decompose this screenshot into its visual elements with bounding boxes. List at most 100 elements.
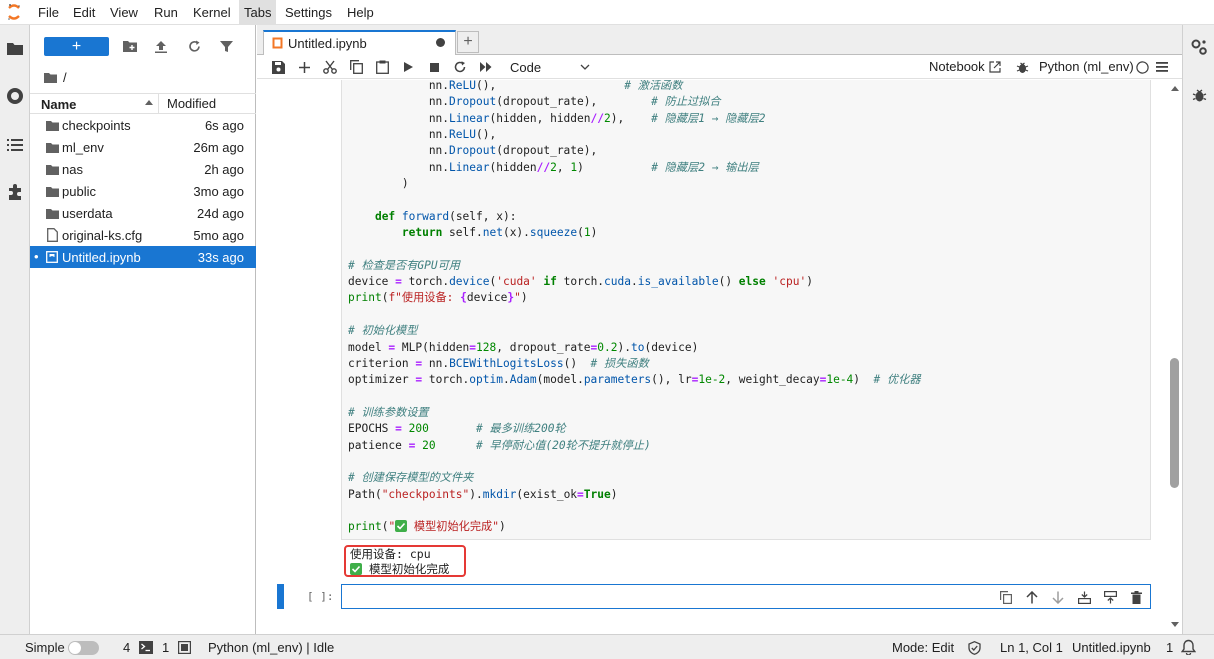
- code-content: nn.ReLU(), # 激活函数 nn.Dropout(dropout_rat…: [348, 80, 921, 534]
- running-icon[interactable]: [5, 86, 25, 106]
- kernel-status[interactable]: Python (ml_env) | Idle: [208, 640, 334, 655]
- folder-icon[interactable]: [5, 38, 25, 58]
- menu-icon[interactable]: [1154, 59, 1170, 75]
- breadcrumb: /: [44, 69, 67, 85]
- file-name: checkpoints: [62, 118, 131, 133]
- menu-help[interactable]: Help: [342, 0, 379, 25]
- notebook-panel: nn.ReLU(), # 激活函数 nn.Dropout(dropout_rat…: [257, 80, 1182, 634]
- save-icon[interactable]: [270, 59, 286, 75]
- debugger-icon[interactable]: [1014, 59, 1030, 75]
- insert-cell-icon[interactable]: [296, 59, 312, 75]
- insert-below-icon[interactable]: [1103, 590, 1117, 604]
- menu-edit[interactable]: Edit: [68, 0, 100, 25]
- cell-output-highlight: 使用设备: cpu 模型初始化完成: [344, 545, 466, 577]
- stop-icon[interactable]: [426, 59, 442, 75]
- copy-icon[interactable]: [348, 59, 364, 75]
- notebook-icon: [272, 37, 283, 49]
- tab-untitled-ipynb[interactable]: Untitled.ipynb: [263, 30, 456, 55]
- folder-icon: [45, 162, 59, 176]
- file-modified: 3mo ago: [193, 184, 244, 199]
- menu-settings[interactable]: Settings: [280, 0, 337, 25]
- debugger-panel-icon[interactable]: [1190, 86, 1208, 104]
- cut-icon[interactable]: [322, 59, 338, 75]
- upload-icon[interactable]: [153, 38, 169, 54]
- jupyter-logo-icon: [7, 3, 21, 21]
- folder-icon[interactable]: [44, 72, 57, 83]
- simple-mode-toggle[interactable]: [68, 641, 99, 655]
- cell-prompt: [ ]:: [307, 590, 334, 603]
- new-folder-icon[interactable]: [122, 38, 138, 54]
- file-list-header: Name Modified: [30, 93, 256, 114]
- kernel-idle-circle-icon: [1134, 59, 1150, 75]
- menu-tabs[interactable]: Tabs: [239, 0, 277, 25]
- kernel-name-button[interactable]: Python (ml_env): [1039, 59, 1134, 74]
- tab-label: Untitled.ipynb: [288, 36, 367, 51]
- chevron-down-icon: [580, 64, 590, 70]
- menu-kernel[interactable]: Kernel: [188, 0, 236, 25]
- menu-run[interactable]: Run: [149, 0, 183, 25]
- file-name: public: [62, 184, 96, 199]
- new-code-cell-input[interactable]: [341, 584, 1151, 609]
- folder-icon: [45, 118, 59, 132]
- property-inspector-icon[interactable]: [1190, 38, 1208, 56]
- kernel-count[interactable]: 1: [162, 640, 169, 655]
- scroll-down-icon[interactable]: [1171, 622, 1179, 627]
- insert-above-icon[interactable]: [1077, 590, 1091, 604]
- notification-count[interactable]: 1: [1166, 640, 1173, 655]
- terminal-icon[interactable]: [139, 641, 153, 654]
- bell-icon[interactable]: [1181, 639, 1196, 655]
- kernel-icon[interactable]: [178, 641, 191, 654]
- restart-icon[interactable]: [452, 59, 468, 75]
- column-modified[interactable]: Modified: [158, 94, 256, 113]
- file-row-nas[interactable]: nas 2h ago: [30, 158, 256, 180]
- cell-output: 使用设备: cpu 模型初始化完成: [350, 547, 449, 577]
- table-of-contents-icon[interactable]: [5, 134, 25, 154]
- menu-view[interactable]: View: [105, 0, 143, 25]
- scrollbar-thumb[interactable]: [1170, 358, 1179, 488]
- menu-file[interactable]: File: [33, 0, 64, 25]
- file-browser: + / Name Modified checkpoints 6s ago ml_…: [30, 25, 256, 634]
- filter-icon[interactable]: [218, 38, 234, 54]
- terminal-count[interactable]: 4: [123, 640, 130, 655]
- running-indicator: •: [34, 249, 39, 264]
- move-up-icon[interactable]: [1025, 590, 1039, 604]
- scroll-up-icon[interactable]: [1171, 86, 1179, 91]
- file-row-checkpoints[interactable]: checkpoints 6s ago: [30, 114, 256, 136]
- check-mark-icon: [350, 563, 362, 575]
- file-name: ml_env: [62, 140, 104, 155]
- add-tab-button[interactable]: +: [457, 31, 479, 53]
- notebook-toolbar: Code Notebook Python (ml_env): [257, 55, 1182, 79]
- shield-check-icon[interactable]: [968, 641, 981, 655]
- file-row-ml-env[interactable]: ml_env 26m ago: [30, 136, 256, 158]
- column-name[interactable]: Name: [41, 97, 76, 112]
- code-cell-editor[interactable]: nn.ReLU(), # 激活函数 nn.Dropout(dropout_rat…: [341, 80, 1151, 540]
- file-icon: [45, 228, 59, 242]
- file-row-original-ks[interactable]: original-ks.cfg 5mo ago: [30, 224, 256, 246]
- notebook-scrollbar[interactable]: [1167, 80, 1182, 634]
- duplicate-cell-icon[interactable]: [999, 590, 1013, 604]
- run-icon[interactable]: [400, 59, 416, 75]
- output-line-init-text: 模型初始化完成: [368, 562, 450, 576]
- file-row-userdata[interactable]: userdata 24d ago: [30, 202, 256, 224]
- delete-cell-icon[interactable]: [1129, 590, 1143, 604]
- cell-type-dropdown[interactable]: Code: [510, 58, 590, 76]
- restart-run-all-icon[interactable]: [478, 59, 494, 75]
- breadcrumb-root[interactable]: /: [63, 70, 67, 85]
- file-modified: 6s ago: [204, 118, 244, 133]
- external-link-icon: [989, 60, 1001, 73]
- cursor-position[interactable]: Ln 1, Col 1: [1000, 640, 1063, 655]
- status-bar: Simple 4 1 Python (ml_env) | Idle Mode: …: [0, 634, 1214, 659]
- unsaved-dot-icon[interactable]: [436, 38, 445, 47]
- refresh-icon[interactable]: [186, 38, 202, 54]
- file-name: Untitled.ipynb: [62, 250, 141, 265]
- cell-type-value: Code: [510, 59, 542, 75]
- new-launcher-button[interactable]: +: [44, 37, 109, 56]
- move-down-icon[interactable]: [1051, 590, 1065, 604]
- paste-icon[interactable]: [374, 59, 390, 75]
- file-row-untitled-ipynb[interactable]: • Untitled.ipynb 33s ago: [30, 246, 256, 268]
- file-name: userdata: [62, 206, 113, 221]
- extension-manager-icon[interactable]: [5, 182, 25, 202]
- file-modified: 5mo ago: [193, 228, 244, 243]
- open-notebook-view-button[interactable]: Notebook: [929, 59, 1001, 74]
- file-row-public[interactable]: public 3mo ago: [30, 180, 256, 202]
